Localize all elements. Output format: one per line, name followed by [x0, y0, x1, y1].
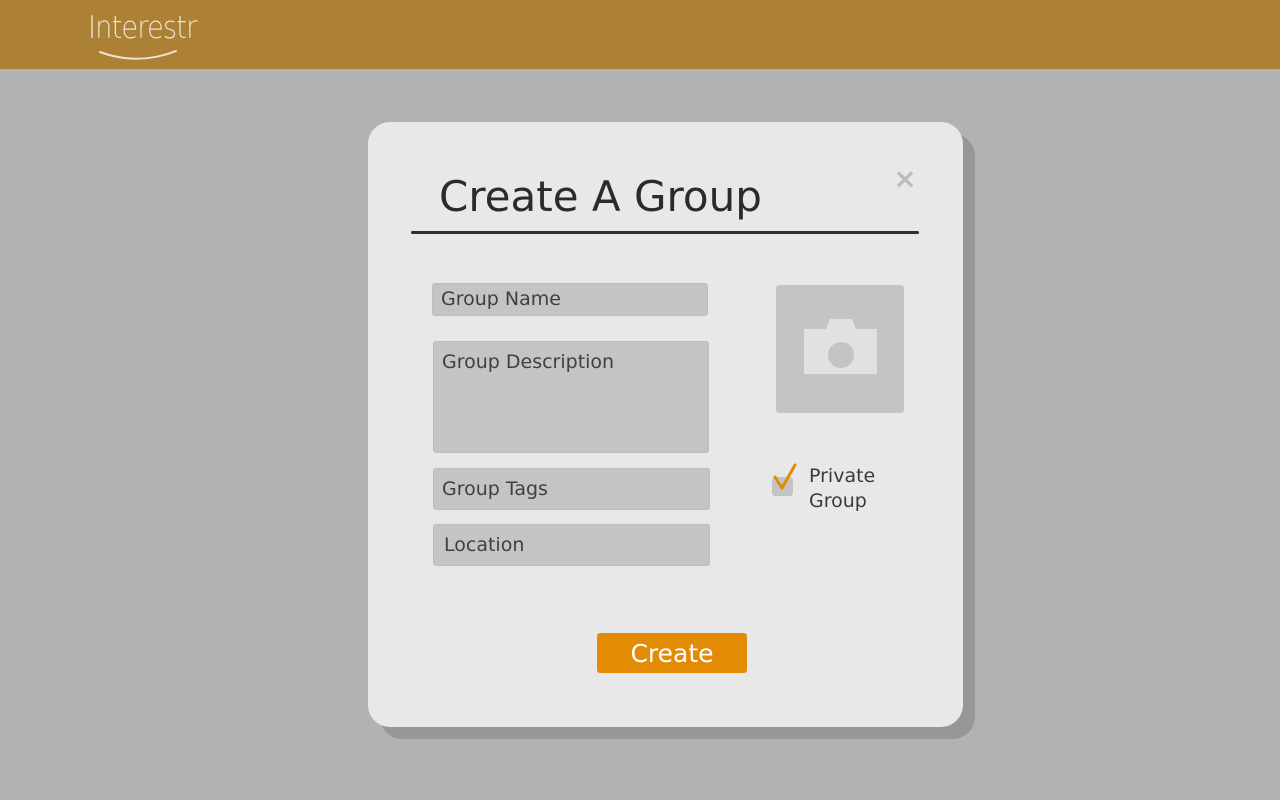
logo-text: Interestr [88, 10, 197, 46]
close-icon[interactable]: × [890, 162, 920, 196]
location-input[interactable]: Location [433, 524, 710, 566]
private-group-label: Private Group [809, 465, 876, 512]
create-group-modal: Create A Group × Group Name Group Descri… [368, 122, 963, 727]
group-description-textarea[interactable]: Group Description [433, 341, 709, 453]
checkmark-icon [773, 463, 797, 490]
camera-icon [804, 319, 877, 374]
logo-smile-icon [99, 50, 177, 60]
group-name-input[interactable]: Group Name [432, 283, 708, 316]
modal-title: Create A Group [439, 172, 762, 221]
group-photo-upload[interactable] [776, 285, 904, 413]
title-divider [411, 231, 919, 234]
app-logo[interactable]: Interestr [88, 10, 200, 64]
group-tags-input[interactable]: Group Tags [433, 468, 710, 510]
top-navigation-bar: Interestr [0, 0, 1280, 69]
create-button[interactable]: Create [597, 633, 747, 673]
